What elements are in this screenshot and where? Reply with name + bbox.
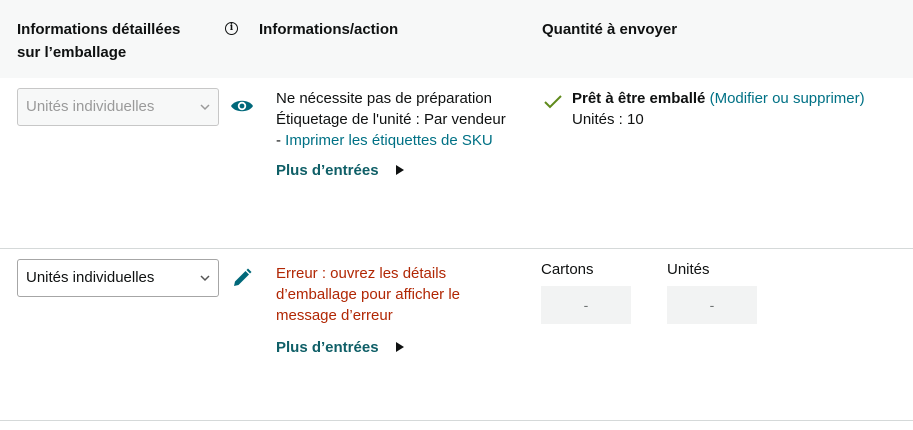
eye-icon[interactable] [230,97,254,115]
chevron-down-icon [200,275,210,282]
table-row: Unités individuelles Ne nécessite pas de… [0,78,913,248]
prep-info: Ne nécessite pas de préparation Étiqueta… [276,88,506,151]
packing-select[interactable]: Unités individuelles [17,88,219,126]
more-entries-label: Plus d’entrées [276,162,379,179]
more-entries-button[interactable]: Plus d’entrées [276,338,404,358]
more-entries-button[interactable]: Plus d’entrées [276,161,404,181]
error-line: Erreur : ouvrez les détails [276,265,447,282]
pencil-icon[interactable] [232,268,252,288]
checkmark-icon [544,95,562,109]
status-text: Prêt à être emballé [572,90,706,107]
info-icon[interactable]: i [225,22,238,35]
prep-text: Ne nécessite pas de préparation [276,90,492,107]
table-row: Unités individuelles Erreur : ouvrez les… [0,249,913,419]
units-label: Unités [667,261,710,278]
label-link-prefix: - [276,132,286,149]
units-input[interactable]: - [667,286,757,324]
packing-select-value: Unités individuelles [26,98,155,115]
status-block: Prêt à être emballé (Modifier ou supprim… [572,88,865,130]
more-entries-label: Plus d’entrées [276,339,379,356]
packing-select-value: Unités individuelles [26,269,155,286]
row-divider [0,420,913,421]
error-line: message d’erreur [276,307,393,324]
triangle-right-icon [395,165,404,176]
header-info-action: Informations/action [259,21,399,38]
cartons-input[interactable]: - [541,286,631,324]
error-message: Erreur : ouvrez les détails d’emballage … [276,263,460,326]
modify-or-delete-link[interactable]: (Modifier ou supprimer) [710,90,865,107]
error-line: d’emballage pour afficher le [276,286,461,303]
triangle-right-icon [395,342,404,353]
units-text: Unités : 10 [572,111,644,128]
packing-select[interactable]: Unités individuelles [17,259,219,297]
print-sku-labels-link[interactable]: Imprimer les étiquettes de SKU [285,132,493,149]
header-quantity: Quantité à envoyer [542,21,678,38]
table-header: Informations détaillées sur l’emballage … [0,0,913,78]
status-line: Prêt à être emballé (Modifier ou supprim… [572,88,865,109]
header-packing-details: Informations détaillées sur l’emballage [17,21,181,61]
chevron-down-icon [200,104,210,111]
labeling-text: Étiquetage de l'unité : Par vendeur [276,111,506,128]
cartons-label: Cartons [541,261,594,278]
label-link-line: - Imprimer les étiquettes de SKU [276,130,506,151]
